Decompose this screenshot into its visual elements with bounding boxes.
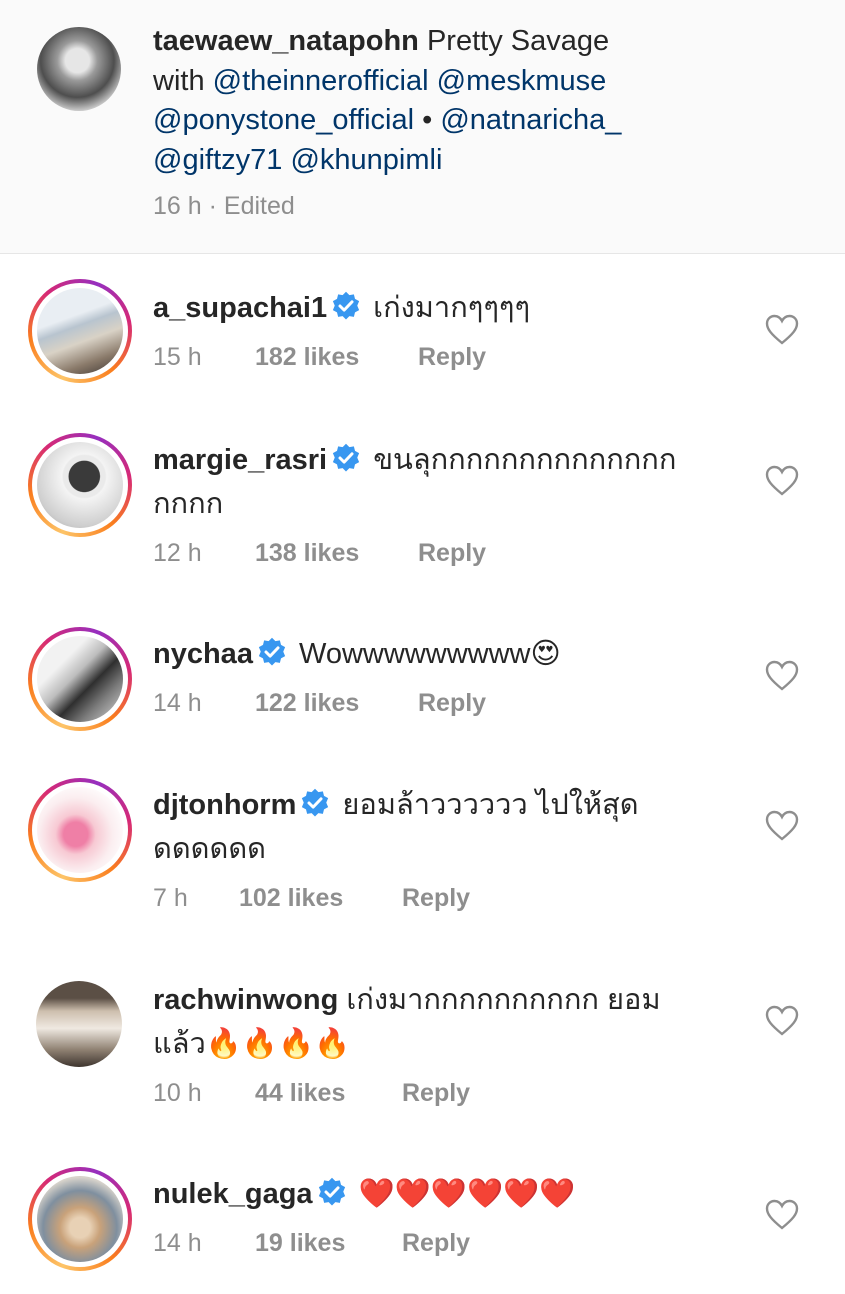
comment-body: เก่งมากๆๆๆๆ [373,292,531,324]
comment-text: a_supachai1 เก่งมากๆๆๆๆ [153,286,723,330]
comment-text: djtonhorm ยอมล้าวววววว ไปให้สุด ดดดดดด [153,783,723,871]
avatar [37,787,123,873]
verified-badge-icon [302,788,329,817]
comment-username[interactable]: nulek_gaga [153,1178,313,1210]
comment-meta: 15 h 182 likes Reply [153,343,486,372]
likes-count[interactable]: 138 likes [255,539,418,568]
likes-count[interactable]: 44 likes [255,1079,402,1108]
reply-button[interactable]: Reply [402,1229,470,1257]
comment-text: nychaa Wowwwwwwwww😍 [153,632,723,676]
comment-username[interactable]: a_supachai1 [153,292,327,324]
comment-time: 10 h [153,1079,202,1107]
story-ring[interactable] [28,1167,132,1271]
heart-outline-icon[interactable] [765,465,799,497]
mention-link[interactable]: @meskmuse [437,65,607,97]
reply-button[interactable]: Reply [402,884,470,912]
comment-text: margie_rasri ขนลุกกกกกกกกกกกกกก กกกก [153,438,723,526]
comment-body: ❤️❤️❤️❤️❤️❤️ [358,1178,576,1210]
caption-separator: • [422,104,433,136]
author-avatar[interactable] [37,27,121,111]
avatar [37,442,123,528]
comment-time: 14 h [153,1229,202,1257]
mention-link[interactable]: @ponystone_official [153,104,414,136]
comment-text: rachwinwong เก่งมากกกกกกกกกก ยอม แล้ว🔥🔥🔥… [153,978,723,1066]
likes-count[interactable]: 122 likes [255,689,418,718]
likes-count[interactable]: 19 likes [255,1229,402,1258]
mention-link[interactable]: @theinnerofficial [213,65,429,97]
comment-body-continued: กกกก [153,488,224,520]
comment-username[interactable]: djtonhorm [153,789,296,821]
comment-body-continued: แล้ว🔥🔥🔥🔥 [153,1028,351,1060]
comment-username[interactable]: rachwinwong [153,984,338,1016]
mention-link[interactable]: @giftzy71 [153,144,282,176]
comment-time: 14 h [153,689,202,717]
likes-count[interactable]: 182 likes [255,343,418,372]
heart-outline-icon[interactable] [765,810,799,842]
comment-username[interactable]: nychaa [153,638,253,670]
comment-time: 7 h [153,884,188,912]
heart-outline-icon[interactable] [765,1005,799,1037]
comment-body: ขนลุกกกกกกกกกกกกกก [373,444,677,476]
mention-link[interactable]: @khunpimli [290,144,442,176]
caption-with: with [153,64,205,97]
comment-time: 15 h [153,343,202,371]
reply-button[interactable]: Reply [402,1079,470,1107]
story-ring[interactable] [28,627,132,731]
avatar [36,981,122,1067]
comment-body: Wowwwwwwwww😍 [299,638,561,670]
author-username[interactable]: taewaew_natapohn [153,25,419,57]
heart-outline-icon[interactable] [765,314,799,346]
reply-button[interactable]: Reply [418,343,486,371]
comment-meta: 14 h 19 likes Reply [153,1229,470,1258]
reply-button[interactable]: Reply [418,539,486,567]
avatar [37,636,123,722]
story-ring[interactable] [28,778,132,882]
verified-badge-icon [333,443,360,472]
comment-body: ยอมล้าวววววว ไปให้สุด [342,789,639,821]
comment-meta: 7 h 102 likes Reply [153,884,470,913]
avatar [37,1176,123,1262]
caption-text: taewaew_natapohn Pretty Savage with @the… [153,22,713,180]
comment-time: 12 h [153,539,202,567]
comment-text: nulek_gaga ❤️❤️❤️❤️❤️❤️ [153,1172,723,1216]
comment-meta: 10 h 44 likes Reply [153,1079,470,1108]
verified-badge-icon [332,291,360,320]
verified-badge-icon [318,1177,345,1206]
mention-link[interactable]: @natnaricha_ [440,104,621,136]
comment-body-continued: ดดดดดด [153,833,266,865]
divider [0,253,845,254]
caption-meta: 16 h · Edited [153,192,295,221]
post-time: 16 h [153,192,202,220]
post-caption: taewaew_natapohn Pretty Savage with @the… [0,0,845,253]
heart-outline-icon[interactable] [765,660,799,692]
reply-button[interactable]: Reply [418,689,486,717]
story-ring[interactable] [28,279,132,383]
comment-body: เก่งมากกกกกกกกกก ยอม [346,984,661,1016]
heart-outline-icon[interactable] [765,1199,799,1231]
avatar-frame[interactable] [28,973,132,1077]
verified-badge-icon [258,637,286,666]
likes-count[interactable]: 102 likes [239,884,402,913]
edited-label: · Edited [208,192,295,220]
comment-username[interactable]: margie_rasri [153,444,327,476]
avatar [37,288,123,374]
caption-body: Pretty Savage [426,25,610,57]
comment-meta: 12 h 138 likes Reply [153,539,486,568]
story-ring[interactable] [28,433,132,537]
comment-meta: 14 h 122 likes Reply [153,689,486,718]
